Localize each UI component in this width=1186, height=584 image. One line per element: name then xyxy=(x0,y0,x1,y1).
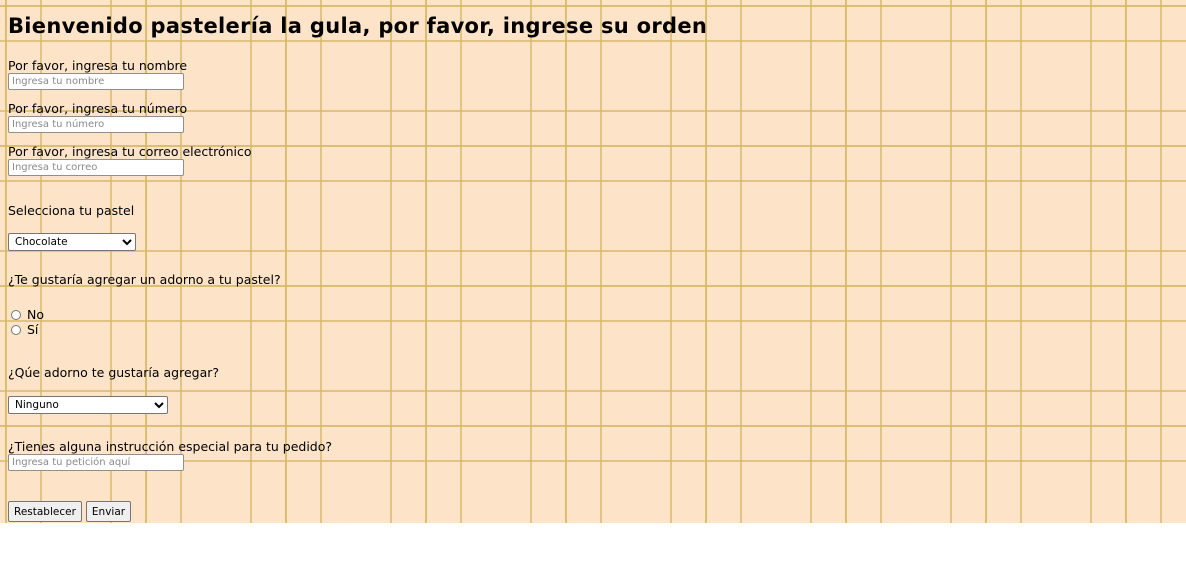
decoration-question-label: ¿Te gustaría agregar un adorno a tu past… xyxy=(8,272,281,287)
radio-si-label: Sí xyxy=(27,322,39,337)
radio-option-no[interactable]: No xyxy=(8,307,44,322)
radio-option-si[interactable]: Sí xyxy=(8,322,44,337)
email-input[interactable] xyxy=(8,159,184,176)
radio-si[interactable] xyxy=(11,324,21,335)
decoration-choice-label: ¿Qúe adorno te gustaría agregar? xyxy=(8,365,220,380)
number-label: Por favor, ingresa tu número xyxy=(8,101,188,116)
instructions-input[interactable] xyxy=(8,454,184,471)
cake-label: Selecciona tu pastel xyxy=(8,203,135,218)
cake-select[interactable]: Chocolate xyxy=(8,233,136,251)
page-title: Bienvenido pastelería la gula, por favor… xyxy=(8,14,708,38)
email-label: Por favor, ingresa tu correo electrónico xyxy=(8,144,252,159)
radio-no-label: No xyxy=(27,307,44,322)
name-label: Por favor, ingresa tu nombre xyxy=(8,58,188,73)
decoration-select[interactable]: Ninguno xyxy=(8,396,168,414)
submit-button[interactable]: Enviar xyxy=(85,501,132,522)
form-page: Bienvenido pastelería la gula, por favor… xyxy=(0,0,1186,523)
radio-no[interactable] xyxy=(11,309,21,320)
name-input[interactable] xyxy=(8,73,184,90)
instructions-label: ¿Tienes alguna instrucción especial para… xyxy=(8,439,333,454)
number-input[interactable] xyxy=(8,116,184,133)
reset-button[interactable]: Restablecer xyxy=(8,501,82,522)
order-form: Bienvenido pastelería la gula, por favor… xyxy=(8,0,708,522)
